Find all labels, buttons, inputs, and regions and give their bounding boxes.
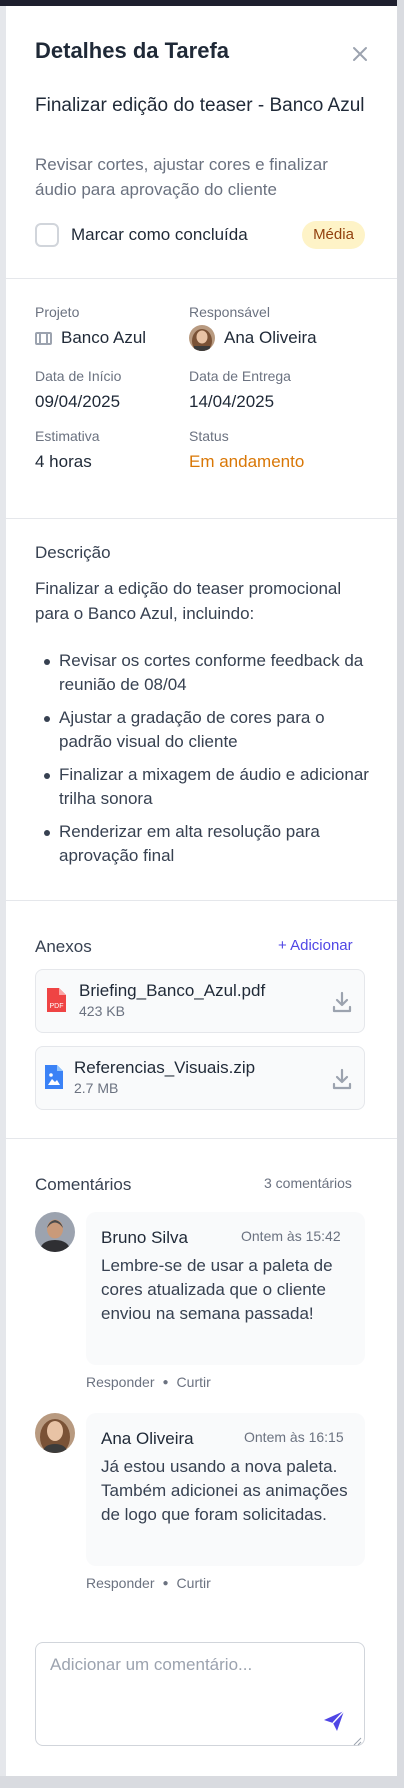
complete-label[interactable]: Marcar como concluída	[71, 225, 248, 245]
project-label: Projeto	[35, 304, 80, 320]
reply-button[interactable]: Responder	[86, 1575, 155, 1591]
avatar	[35, 1212, 75, 1252]
description-title: Descrição	[35, 543, 111, 562]
task-details-grid: Projeto Banco Azul Responsável Ana Olive…	[6, 278, 397, 519]
attachments-section: Anexos + Adicionar PDF Briefing_Banco_Az…	[6, 901, 397, 1139]
list-item: Ajustar a gradação de cores para o padrã…	[35, 706, 375, 754]
comment-text: Lembre-se de usar a paleta de cores atua…	[101, 1256, 333, 1323]
project-name: Banco Azul	[61, 328, 147, 347]
add-attachment-button[interactable]: + Adicionar	[278, 937, 353, 954]
film-icon	[35, 331, 52, 345]
like-button[interactable]: Curtir	[177, 1374, 211, 1390]
comment-text: Já estou usando a nova paleta. Também ad…	[101, 1457, 348, 1524]
comment-input-box[interactable]	[35, 1642, 365, 1746]
resize-handle[interactable]	[352, 1733, 362, 1746]
list-item: Renderizar em alta resolução para aprova…	[35, 820, 375, 868]
project-value: Banco Azul	[35, 328, 146, 348]
assignee-label: Responsável	[189, 304, 270, 320]
start-date-value: 09/04/2025	[35, 392, 121, 411]
panel-title: Detalhes da Tarefa	[35, 38, 230, 63]
attachment-name: Briefing_Banco_Azul.pdf	[79, 981, 266, 1000]
comment-time: Ontem às 15:42	[241, 1228, 341, 1244]
pdf-file-icon: PDF	[45, 987, 67, 1018]
comments-count: 3 comentários	[264, 1175, 352, 1191]
separator-dot: ●	[162, 1577, 169, 1589]
project-field: Projeto Banco Azul	[35, 304, 146, 348]
estimate-value: 4 horas	[35, 452, 92, 471]
send-icon[interactable]	[322, 1709, 346, 1733]
avatar	[35, 1413, 75, 1453]
attachment-size: 2.7 MB	[74, 1080, 119, 1096]
comment-bubble: Ana Oliveira Ontem às 16:15 Já estou usa…	[86, 1413, 365, 1566]
assignee-value: Ana Oliveira	[189, 325, 317, 351]
estimate-field: Estimativa 4 horas	[35, 428, 100, 472]
start-date-label: Data de Início	[35, 368, 122, 384]
task-details-panel: Detalhes da Tarefa Finalizar edição do t…	[6, 6, 397, 1776]
complete-checkbox[interactable]	[35, 223, 59, 247]
reply-button[interactable]: Responder	[86, 1374, 155, 1390]
due-date-label: Data de Entrega	[189, 368, 291, 384]
bottom-border	[0, 1776, 404, 1788]
avatar	[189, 325, 215, 351]
list-item: Revisar os cortes conforme feedback da r…	[35, 649, 375, 697]
description-list: Revisar os cortes conforme feedback da r…	[35, 649, 375, 877]
comment-author: Ana Oliveira	[101, 1429, 194, 1448]
download-icon[interactable]	[330, 990, 354, 1014]
close-icon[interactable]	[348, 42, 372, 66]
comment-bubble: Bruno Silva Ontem às 15:42 Lembre-se de …	[86, 1212, 365, 1365]
list-item: Finalizar a mixagem de áudio e adicionar…	[35, 763, 375, 811]
description-section: Descrição Finalizar a edição do teaser p…	[6, 519, 397, 901]
comment-actions: Responder ● Curtir	[86, 1374, 211, 1390]
comment-author: Bruno Silva	[101, 1228, 188, 1247]
status-label: Status	[189, 428, 229, 444]
task-subtitle: Revisar cortes, ajustar cores e finaliza…	[35, 155, 328, 199]
priority-badge: Média	[302, 221, 365, 249]
comment-input[interactable]	[50, 1655, 350, 1695]
panel-header: Detalhes da Tarefa Finalizar edição do t…	[6, 6, 397, 278]
separator-dot: ●	[162, 1376, 169, 1388]
attachment-item[interactable]: Referencias_Visuais.zip 2.7 MB	[35, 1046, 365, 1110]
status-field: Status Em andamento	[189, 428, 304, 472]
comment-actions: Responder ● Curtir	[86, 1575, 211, 1591]
image-file-icon	[44, 1064, 64, 1095]
comments-title: Comentários	[35, 1175, 132, 1194]
mark-complete-row[interactable]: Marcar como concluída	[35, 222, 248, 248]
attachment-item[interactable]: PDF Briefing_Banco_Azul.pdf 423 KB	[35, 969, 365, 1033]
download-icon[interactable]	[330, 1067, 354, 1091]
due-date-value: 14/04/2025	[189, 392, 275, 411]
assignee-name: Ana Oliveira	[224, 328, 317, 347]
estimate-label: Estimativa	[35, 428, 100, 444]
attachment-size: 423 KB	[79, 1003, 125, 1019]
status-value: Em andamento	[189, 452, 305, 471]
task-title: Finalizar edição do teaser - Banco Azul	[35, 95, 365, 116]
description-intro: Finalizar a edição do teaser promocional…	[35, 579, 342, 623]
attachment-name: Referencias_Visuais.zip	[74, 1058, 256, 1077]
due-date-field: Data de Entrega 14/04/2025	[189, 368, 291, 412]
svg-text:PDF: PDF	[50, 1003, 64, 1010]
comments-section: Comentários 3 comentários Bruno Silva On…	[6, 1139, 397, 1776]
comment-time: Ontem às 16:15	[244, 1429, 344, 1445]
start-date-field: Data de Início 09/04/2025	[35, 368, 121, 412]
attachments-title: Anexos	[35, 937, 92, 956]
scrollbar-track[interactable]	[397, 0, 404, 1788]
like-button[interactable]: Curtir	[177, 1575, 211, 1591]
assignee-field: Responsável Ana Oliveira	[189, 304, 317, 351]
